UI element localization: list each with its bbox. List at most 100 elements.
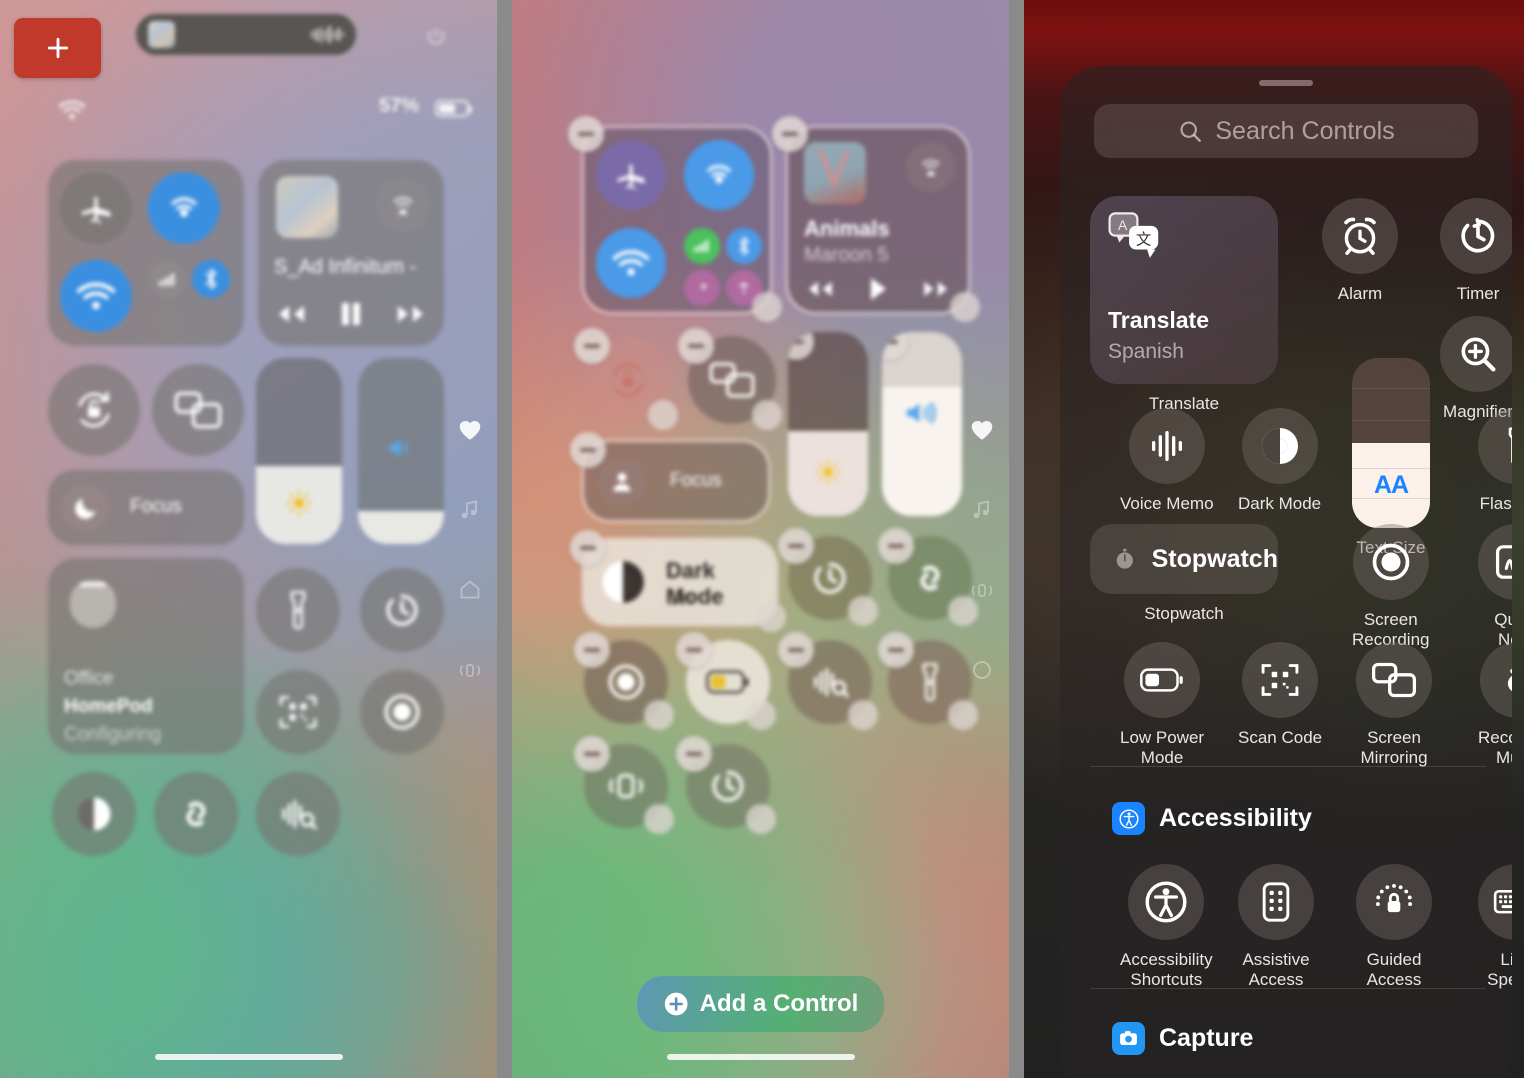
ping-watch-toggle[interactable]: [574, 736, 674, 834]
timer-toggle[interactable]: [778, 528, 878, 626]
now-playing-module[interactable]: S_Ad Infinitum -: [258, 160, 444, 346]
pause-icon[interactable]: [338, 300, 364, 328]
search-controls-input[interactable]: Search Controls: [1094, 104, 1478, 158]
gallery-item-magnifier[interactable]: Magnifier: [1440, 316, 1512, 422]
remove-badge[interactable]: [570, 530, 606, 566]
airplay-button[interactable]: [376, 178, 430, 232]
dark-mode-toggle[interactable]: [52, 772, 136, 856]
gallery-item-assistive-access[interactable]: Assistive Access: [1238, 864, 1314, 990]
screen-mirroring-tile[interactable]: [1356, 642, 1432, 718]
gallery-item-screen-recording[interactable]: Screen Recording: [1352, 524, 1430, 650]
resize-handle[interactable]: [756, 602, 786, 632]
satellite-toggle[interactable]: [192, 303, 230, 341]
flashlight-tile[interactable]: [1478, 408, 1512, 484]
cellular-toggle[interactable]: [148, 260, 186, 298]
remove-badge[interactable]: [568, 116, 604, 152]
stopwatch-tile[interactable]: Stopwatch: [1090, 524, 1278, 594]
gallery-item-flashlight[interactable]: Flashlight: [1478, 408, 1512, 514]
flashlight-toggle[interactable]: [256, 568, 340, 652]
airdrop-toggle[interactable]: [148, 172, 220, 244]
accessibility-shortcuts-tile[interactable]: [1128, 864, 1205, 940]
timer-tile[interactable]: [1440, 198, 1512, 274]
screen-mirroring-toggle[interactable]: [678, 328, 782, 430]
music-note-icon[interactable]: [970, 498, 994, 522]
focus-control[interactable]: Focus: [570, 432, 768, 520]
gallery-item-guided-access[interactable]: Guided Access: [1356, 864, 1432, 990]
rewind-icon[interactable]: [273, 303, 307, 325]
sheet-grabber[interactable]: [1259, 80, 1313, 86]
gallery-item-accessibility-shortcuts[interactable]: Accessibility Shortcuts: [1120, 864, 1213, 990]
translate-tile[interactable]: A 文 Translate Spanish: [1090, 196, 1278, 384]
screen-recording-toggle[interactable]: [360, 670, 444, 754]
play-icon[interactable]: [866, 276, 890, 302]
remove-badge[interactable]: [882, 332, 908, 360]
airplane-mode-toggle[interactable]: [60, 172, 132, 244]
resize-handle[interactable]: [746, 700, 776, 730]
gallery-item-timer[interactable]: Timer: [1440, 198, 1512, 304]
remove-badge[interactable]: [878, 528, 914, 564]
rewind-icon[interactable]: [803, 279, 835, 299]
gallery-item-recognize-music[interactable]: Recognize Music: [1478, 642, 1512, 768]
text-size-tile[interactable]: AA: [1352, 358, 1430, 528]
remove-badge[interactable]: [574, 736, 610, 772]
remove-badge[interactable]: [788, 332, 814, 360]
homepod-tile[interactable]: Office HomePod Configuring: [48, 558, 244, 754]
dark-mode-tile[interactable]: [1241, 408, 1318, 484]
connectivity-icon[interactable]: [457, 658, 483, 682]
ring-icon[interactable]: [970, 658, 994, 682]
voice-memo-tile[interactable]: [1128, 408, 1205, 484]
screen-recording-toggle[interactable]: [574, 632, 674, 730]
resize-handle[interactable]: [950, 292, 980, 322]
gallery-item-alarm[interactable]: Alarm: [1322, 198, 1398, 304]
forward-icon[interactable]: [921, 279, 953, 299]
gallery-item-translate[interactable]: A 文 Translate Spanish Translate: [1090, 196, 1278, 414]
resize-handle[interactable]: [752, 400, 782, 430]
resize-handle[interactable]: [644, 700, 674, 730]
remove-badge[interactable]: [574, 632, 610, 668]
low-power-toggle[interactable]: [676, 632, 776, 730]
focus-control[interactable]: Focus: [48, 470, 244, 545]
gallery-item-dark-mode[interactable]: Dark Mode: [1238, 408, 1321, 514]
annotation-plus-button[interactable]: [14, 18, 101, 78]
remove-badge[interactable]: [678, 328, 714, 364]
remove-badge[interactable]: [570, 432, 606, 468]
wifi-toggle[interactable]: [60, 260, 132, 332]
live-speech-tile[interactable]: [1478, 864, 1512, 940]
dynamic-island[interactable]: [136, 14, 356, 55]
scan-code-toggle[interactable]: [256, 670, 340, 754]
add-a-control-button[interactable]: Add a Control: [636, 976, 885, 1032]
resize-handle[interactable]: [644, 804, 674, 834]
remove-badge[interactable]: [878, 632, 914, 668]
rotation-lock-toggle[interactable]: [574, 328, 678, 430]
volume-slider[interactable]: [882, 332, 962, 516]
gallery-item-screen-mirroring[interactable]: Screen Mirroring: [1356, 642, 1432, 768]
airplane-mode-toggle[interactable]: [596, 140, 666, 210]
gallery-item-voice-memo[interactable]: Voice Memo: [1120, 408, 1214, 514]
timer-toggle-2[interactable]: [676, 736, 776, 834]
home-icon[interactable]: [458, 578, 482, 602]
gallery-item-low-power[interactable]: Low Power Mode: [1120, 642, 1204, 768]
gallery-item-scan-code[interactable]: Scan Code: [1238, 642, 1322, 748]
volume-slider[interactable]: [358, 358, 444, 544]
wifi-toggle[interactable]: [596, 228, 666, 298]
screen-recording-tile[interactable]: [1352, 524, 1429, 600]
connectivity-module[interactable]: [48, 160, 244, 346]
voice-memo-toggle[interactable]: [256, 772, 340, 856]
brightness-slider[interactable]: [788, 332, 868, 516]
voice-memo-toggle[interactable]: [778, 632, 878, 730]
airplay-button[interactable]: [906, 142, 956, 192]
remove-badge[interactable]: [574, 328, 610, 364]
resize-handle[interactable]: [848, 700, 878, 730]
heart-icon[interactable]: [457, 418, 483, 442]
personal-hotspot-toggle[interactable]: [684, 270, 720, 306]
resize-handle[interactable]: [848, 596, 878, 626]
connectivity-module[interactable]: [568, 116, 782, 322]
guided-access-tile[interactable]: [1356, 864, 1432, 940]
resize-handle[interactable]: [948, 700, 978, 730]
resize-handle[interactable]: [648, 400, 678, 430]
forward-icon[interactable]: [395, 303, 429, 325]
recognize-music-tile[interactable]: [1480, 642, 1512, 718]
assistive-access-tile[interactable]: [1238, 864, 1314, 940]
rotation-lock-toggle[interactable]: [48, 364, 140, 456]
remove-badge[interactable]: [676, 632, 712, 668]
